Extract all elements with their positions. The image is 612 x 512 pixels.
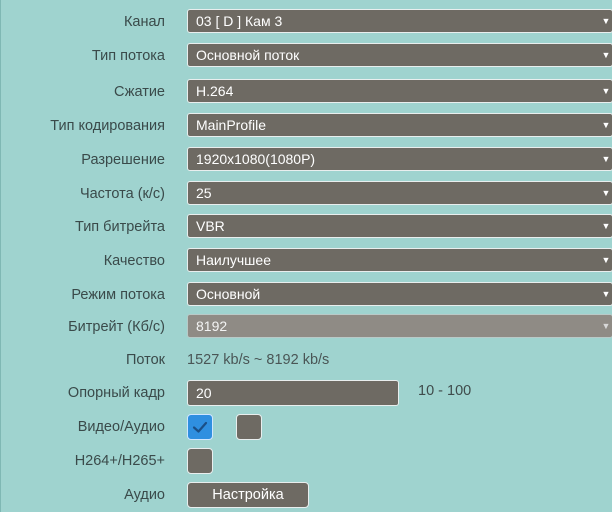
- row-encoding-type: Тип кодирования MainProfile ▼: [1, 113, 612, 139]
- video-audio-label: Видео/Аудио: [77, 419, 165, 435]
- chevron-down-icon: ▼: [601, 255, 611, 265]
- keyframe-input[interactable]: 20: [187, 380, 399, 406]
- row-bitrate: Битрейт (Кб/с) 8192 ▼: [1, 314, 612, 340]
- chevron-down-icon: ▼: [601, 86, 611, 96]
- chevron-down-icon: ▼: [601, 321, 611, 331]
- row-stream-mode: Режим потока Основной ▼: [1, 282, 612, 308]
- resolution-value: 1920x1080(1080P): [196, 151, 316, 167]
- h264plus-checkbox[interactable]: [187, 448, 213, 474]
- resolution-label: Разрешение: [81, 152, 165, 168]
- frame-rate-select[interactable]: 25 ▼: [187, 181, 612, 205]
- keyframe-label: Опорный кадр: [67, 385, 165, 401]
- frame-rate-value: 25: [196, 185, 212, 201]
- h264plus-label: H264+/H265+: [74, 453, 165, 469]
- encoding-type-label: Тип кодирования: [50, 118, 165, 134]
- quality-select[interactable]: Наилучшее ▼: [187, 248, 612, 272]
- compression-label: Сжатие: [113, 84, 165, 100]
- row-resolution: Разрешение 1920x1080(1080P) ▼: [1, 147, 612, 173]
- compression-select[interactable]: H.264 ▼: [187, 79, 612, 103]
- stream-type-label: Тип потока: [91, 48, 165, 64]
- quality-label: Качество: [103, 253, 165, 269]
- chevron-down-icon: ▼: [601, 289, 611, 299]
- quality-value: Наилучшее: [196, 252, 271, 268]
- chevron-down-icon: ▼: [601, 188, 611, 198]
- row-compression: Сжатие H.264 ▼: [1, 79, 612, 105]
- row-stream-type: Тип потока Основной поток ▼: [1, 43, 612, 69]
- video-checkbox[interactable]: [187, 414, 213, 440]
- stream-label: Поток: [125, 352, 165, 368]
- bitrate-select: 8192 ▼: [187, 314, 612, 338]
- row-h264plus: H264+/H265+: [1, 448, 612, 474]
- bitrate-value: 8192: [196, 318, 228, 334]
- row-keyframe: Опорный кадр 20 10 - 100: [1, 380, 612, 406]
- encoding-type-select[interactable]: MainProfile ▼: [187, 113, 612, 137]
- stream-settings-panel: Канал 03 [ D ] Кам 3 ▼ Тип потока Основн…: [0, 0, 612, 512]
- audio-settings-button[interactable]: Настройка: [187, 482, 309, 508]
- keyframe-range: 10 - 100: [418, 383, 472, 399]
- row-video-audio: Видео/Аудио: [1, 414, 612, 440]
- chevron-down-icon: ▼: [601, 221, 611, 231]
- stream-type-select[interactable]: Основной поток ▼: [187, 43, 612, 67]
- resolution-select[interactable]: 1920x1080(1080P) ▼: [187, 147, 612, 171]
- bitrate-label: Битрейт (Кб/с): [68, 319, 165, 335]
- chevron-down-icon: ▼: [601, 154, 611, 164]
- channel-value: 03 [ D ] Кам 3: [196, 13, 283, 29]
- stream-mode-value: Основной: [196, 286, 261, 302]
- compression-value: H.264: [196, 83, 234, 99]
- row-channel: Канал 03 [ D ] Кам 3 ▼: [1, 9, 612, 35]
- row-frame-rate: Частота (к/с) 25 ▼: [1, 181, 612, 207]
- row-bitrate-type: Тип битрейта VBR ▼: [1, 214, 612, 240]
- row-quality: Качество Наилучшее ▼: [1, 248, 612, 274]
- stream-mode-select[interactable]: Основной ▼: [187, 282, 612, 306]
- chevron-down-icon: ▼: [601, 16, 611, 26]
- bitrate-type-select[interactable]: VBR ▼: [187, 214, 612, 238]
- audio-checkbox[interactable]: [236, 414, 262, 440]
- stream-mode-label: Режим потока: [71, 287, 165, 303]
- checkmark-icon: [192, 421, 208, 433]
- stream-range-text: 1527 kb/s ~ 8192 kb/s: [187, 352, 330, 368]
- channel-select[interactable]: 03 [ D ] Кам 3 ▼: [187, 9, 612, 33]
- row-audio: Аудио Настройка: [1, 482, 612, 508]
- chevron-down-icon: ▼: [601, 50, 611, 60]
- channel-label: Канал: [123, 14, 165, 30]
- audio-label: Аудио: [124, 487, 165, 503]
- bitrate-type-label: Тип битрейта: [74, 219, 165, 235]
- frame-rate-label: Частота (к/с): [79, 186, 165, 202]
- encoding-type-value: MainProfile: [196, 117, 267, 133]
- bitrate-type-value: VBR: [196, 218, 225, 234]
- stream-type-value: Основной поток: [196, 47, 300, 63]
- chevron-down-icon: ▼: [601, 120, 611, 130]
- row-stream: Поток 1527 kb/s ~ 8192 kb/s: [1, 347, 612, 373]
